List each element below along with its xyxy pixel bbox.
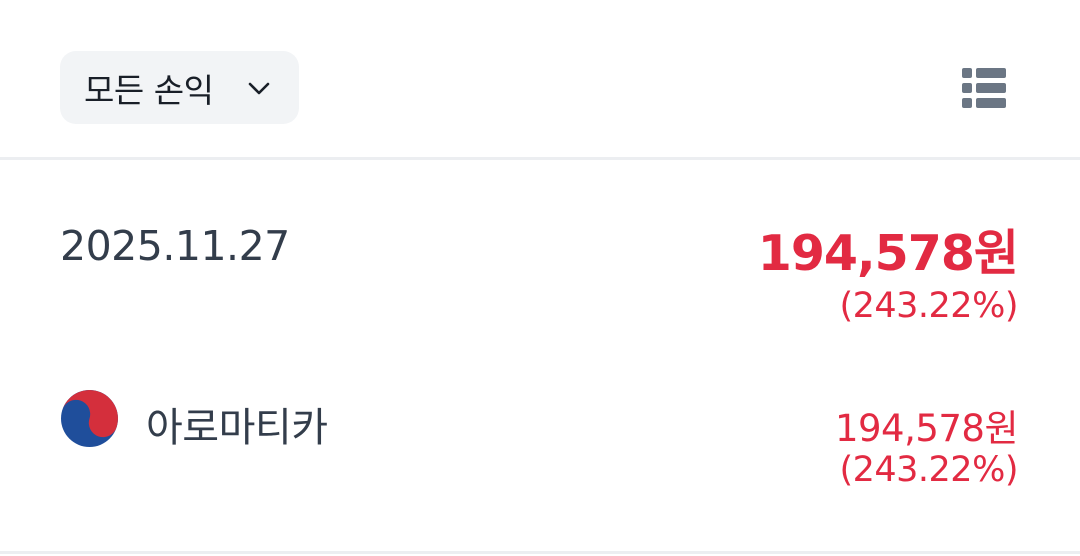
stock-profit-amount: 194,578원 [834,407,1019,450]
divider [0,551,1080,554]
list-icon[interactable] [958,64,1010,112]
profit-filter-label: 모든 손익 [84,70,214,110]
chevron-down-icon [248,82,270,95]
profit-page: 모든 손익 2025.11.27 194,578원 (243.22%) 아로마티… [0,0,1080,556]
summary-profit-amount: 194,578원 [757,225,1019,282]
stock-profit-percent: (243.22%) [839,450,1018,490]
summary-date: 2025.11.27 [60,222,290,270]
header-bar: 모든 손익 [0,0,1080,160]
stock-row[interactable]: 아로마티카 194,578원 (243.22%) [0,370,1080,520]
stock-name: 아로마티카 [146,405,328,451]
korea-flag-icon [61,390,118,447]
summary-profit-percent: (243.22%) [839,286,1018,326]
profit-filter-dropdown[interactable]: 모든 손익 [60,51,299,124]
